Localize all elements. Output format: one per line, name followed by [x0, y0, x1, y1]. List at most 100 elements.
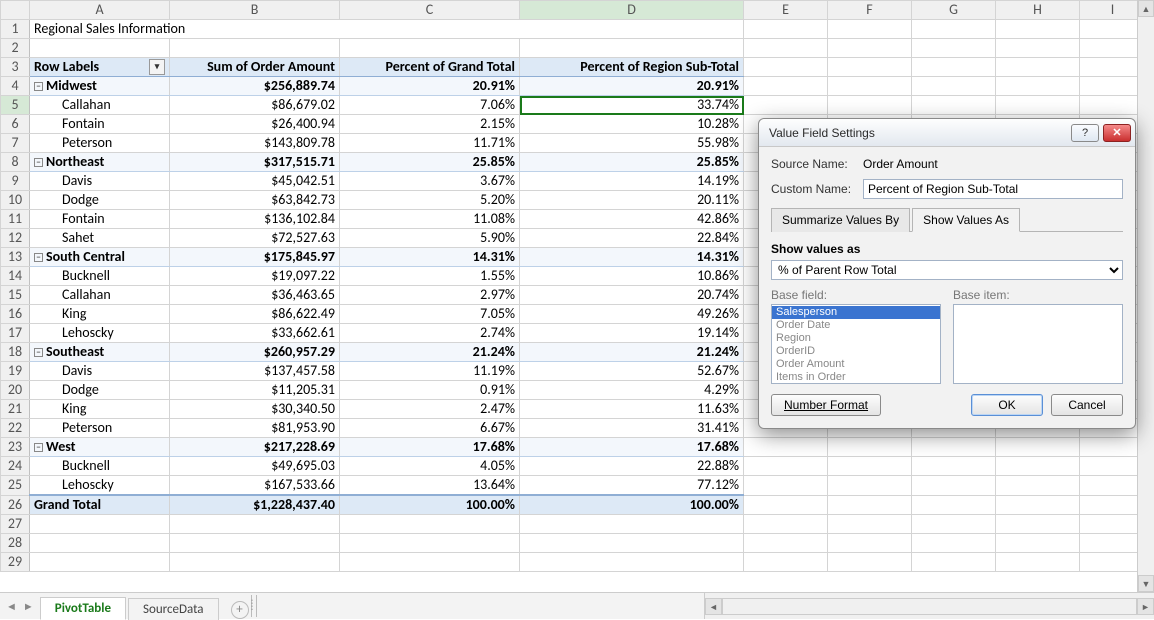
- scroll-down-icon[interactable]: ▼: [1138, 575, 1154, 592]
- cell[interactable]: [996, 96, 1080, 115]
- pivot-row-label[interactable]: Davis: [30, 362, 170, 381]
- cell[interactable]: [912, 553, 996, 572]
- row-header[interactable]: 27: [1, 515, 30, 534]
- pivot-value-cell[interactable]: 14.31%: [520, 248, 744, 267]
- cell[interactable]: [1080, 20, 1146, 39]
- cell[interactable]: [828, 20, 912, 39]
- cell[interactable]: [912, 495, 996, 515]
- scrollbar-track[interactable]: [722, 598, 1137, 615]
- cell[interactable]: [520, 39, 744, 58]
- collapse-icon[interactable]: −: [34, 82, 43, 91]
- cell[interactable]: [996, 457, 1080, 476]
- pivot-value-cell[interactable]: $136,102.84: [170, 210, 340, 229]
- tab-nav-first-icon[interactable]: ◄: [6, 600, 17, 613]
- pivot-value-cell[interactable]: $19,097.22: [170, 267, 340, 286]
- cell[interactable]: [520, 534, 744, 553]
- pivot-value-cell[interactable]: 14.31%: [340, 248, 520, 267]
- pivot-row-label[interactable]: Davis: [30, 172, 170, 191]
- row-header[interactable]: 25: [1, 476, 30, 496]
- pivot-value-cell[interactable]: 19.14%: [520, 324, 744, 343]
- pivot-value-cell[interactable]: 17.68%: [340, 438, 520, 457]
- pivot-value-cell[interactable]: 100.00%: [520, 495, 744, 515]
- cell[interactable]: [30, 553, 170, 572]
- cell[interactable]: [340, 39, 520, 58]
- pivot-col-header[interactable]: Percent of Grand Total: [340, 58, 520, 77]
- pivot-value-cell[interactable]: 100.00%: [340, 495, 520, 515]
- scroll-up-icon[interactable]: ▲: [1138, 0, 1154, 17]
- add-sheet-button[interactable]: +: [231, 601, 249, 619]
- cell[interactable]: [170, 515, 340, 534]
- row-header[interactable]: 26: [1, 495, 30, 515]
- sheet-tab-pivottable[interactable]: PivotTable: [40, 597, 126, 620]
- pivot-value-cell[interactable]: 7.05%: [340, 305, 520, 324]
- cell[interactable]: [828, 438, 912, 457]
- cell[interactable]: [744, 515, 828, 534]
- pivot-value-cell[interactable]: $33,662.61: [170, 324, 340, 343]
- pivot-value-cell[interactable]: 10.28%: [520, 115, 744, 134]
- pivot-row-label[interactable]: King: [30, 400, 170, 419]
- pivot-value-cell[interactable]: $81,953.90: [170, 419, 340, 438]
- scroll-right-icon[interactable]: ►: [1137, 598, 1154, 615]
- pivot-value-cell[interactable]: 11.71%: [340, 134, 520, 153]
- pivot-value-cell[interactable]: 20.74%: [520, 286, 744, 305]
- pivot-value-cell[interactable]: $260,957.29: [170, 343, 340, 362]
- cell[interactable]: [996, 438, 1080, 457]
- cell[interactable]: [1080, 476, 1146, 496]
- pivot-row-label[interactable]: Peterson: [30, 419, 170, 438]
- pivot-value-cell[interactable]: $86,679.02: [170, 96, 340, 115]
- cell[interactable]: [828, 553, 912, 572]
- col-header-E[interactable]: E: [744, 1, 828, 20]
- col-header-F[interactable]: F: [828, 1, 912, 20]
- pivot-row-label[interactable]: Peterson: [30, 134, 170, 153]
- col-header-C[interactable]: C: [340, 1, 520, 20]
- cell[interactable]: [340, 553, 520, 572]
- cell[interactable]: [744, 77, 828, 96]
- cell[interactable]: [996, 515, 1080, 534]
- pivot-value-cell[interactable]: 10.86%: [520, 267, 744, 286]
- cell[interactable]: [996, 534, 1080, 553]
- cell[interactable]: [912, 438, 996, 457]
- number-format-button[interactable]: Number Format: [771, 394, 881, 416]
- row-header[interactable]: 28: [1, 534, 30, 553]
- pivot-value-cell[interactable]: $45,042.51: [170, 172, 340, 191]
- cell[interactable]: [912, 96, 996, 115]
- cell[interactable]: [520, 515, 744, 534]
- pivot-row-label[interactable]: Dodge: [30, 381, 170, 400]
- cell[interactable]: [828, 96, 912, 115]
- pivot-value-cell[interactable]: 2.74%: [340, 324, 520, 343]
- cell[interactable]: [828, 58, 912, 77]
- base-field-option[interactable]: Salesperson: [772, 306, 940, 319]
- pivot-value-cell[interactable]: $26,400.94: [170, 115, 340, 134]
- row-header[interactable]: 9: [1, 172, 30, 191]
- cell[interactable]: [996, 58, 1080, 77]
- col-header-I[interactable]: I: [1080, 1, 1146, 20]
- pivot-value-cell[interactable]: 42.86%: [520, 210, 744, 229]
- pivot-row-label[interactable]: Dodge: [30, 191, 170, 210]
- cell[interactable]: [1080, 495, 1146, 515]
- pivot-row-labels-header[interactable]: Row Labels ▾: [30, 58, 170, 77]
- cell[interactable]: [828, 39, 912, 58]
- pivot-col-header[interactable]: Sum of Order Amount: [170, 58, 340, 77]
- pivot-value-cell[interactable]: $30,340.50: [170, 400, 340, 419]
- col-header-G[interactable]: G: [912, 1, 996, 20]
- pivot-value-cell[interactable]: 5.90%: [340, 229, 520, 248]
- base-field-option[interactable]: Items in Order: [772, 371, 940, 384]
- pivot-row-label[interactable]: −Northeast: [30, 153, 170, 172]
- cell[interactable]: [170, 553, 340, 572]
- row-header[interactable]: 13: [1, 248, 30, 267]
- cell[interactable]: [996, 476, 1080, 496]
- show-values-as-combo[interactable]: % of Parent Row Total: [771, 260, 1123, 280]
- cell[interactable]: [170, 534, 340, 553]
- pivot-value-cell[interactable]: 22.88%: [520, 457, 744, 476]
- row-header[interactable]: 14: [1, 267, 30, 286]
- pivot-value-cell[interactable]: 20.91%: [520, 77, 744, 96]
- cell[interactable]: [520, 553, 744, 572]
- cell[interactable]: [340, 534, 520, 553]
- pivot-value-cell[interactable]: $175,845.97: [170, 248, 340, 267]
- pivot-value-cell[interactable]: 13.64%: [340, 476, 520, 496]
- cell[interactable]: [30, 39, 170, 58]
- pivot-value-cell[interactable]: 31.41%: [520, 419, 744, 438]
- pivot-value-cell[interactable]: 3.67%: [340, 172, 520, 191]
- pivot-value-cell[interactable]: 20.91%: [340, 77, 520, 96]
- cell[interactable]: [828, 534, 912, 553]
